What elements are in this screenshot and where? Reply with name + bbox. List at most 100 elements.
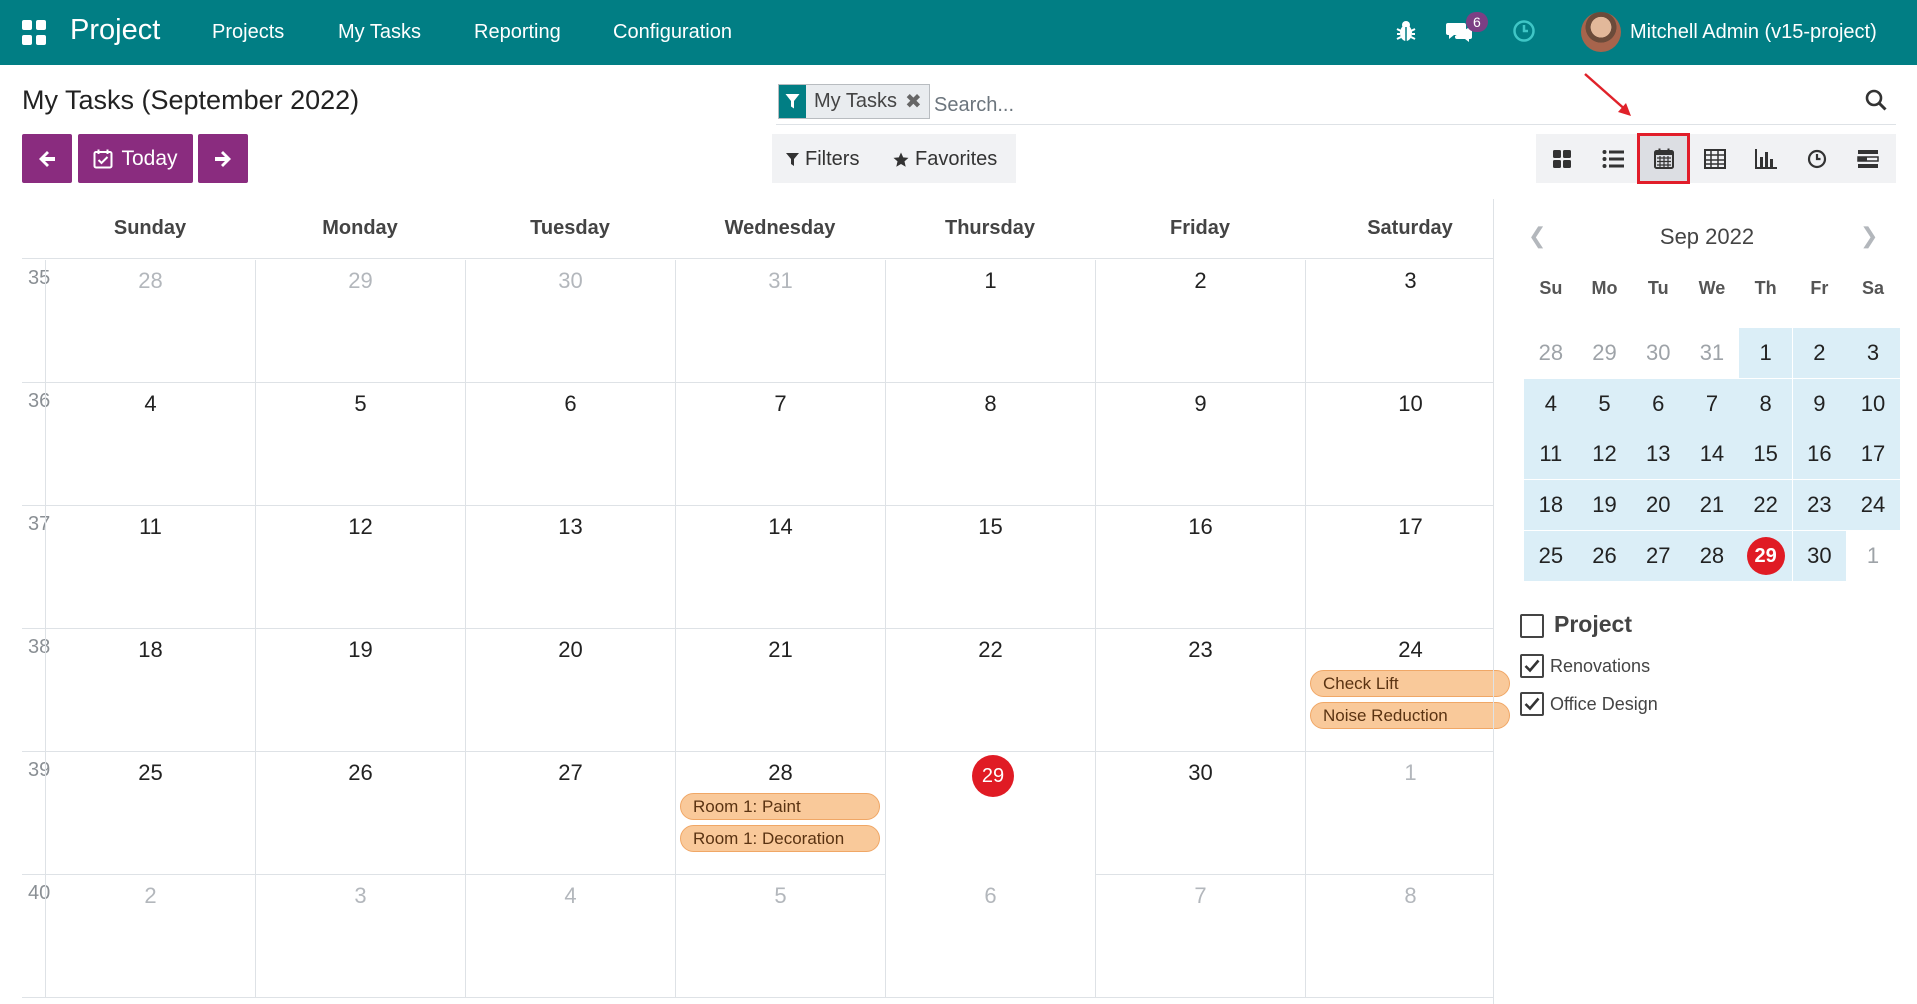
mini-day[interactable]: 5 (1577, 378, 1632, 429)
mini-day[interactable]: 2 (1792, 328, 1847, 378)
day-cell[interactable]: 16 (1095, 506, 1305, 629)
mini-day[interactable]: 6 (1631, 378, 1686, 429)
day-cell[interactable]: 27 (465, 752, 675, 875)
apps-menu-icon[interactable] (22, 20, 47, 45)
day-cell[interactable]: 28 (45, 260, 255, 383)
mini-day[interactable]: 3 (1846, 328, 1900, 378)
day-cell[interactable]: 6 (885, 875, 1095, 998)
day-cell[interactable]: 4 (45, 383, 255, 506)
day-cell[interactable]: 29 (255, 260, 465, 383)
day-cell[interactable]: 25 (45, 752, 255, 875)
mini-day[interactable]: 22 (1738, 480, 1793, 531)
day-cell[interactable]: 24 Check Lift Noise Reduction (1305, 629, 1515, 752)
mini-day[interactable]: 27 (1631, 530, 1686, 581)
calendar-event[interactable]: Room 1: Paint (680, 793, 880, 820)
day-cell[interactable]: 14 (675, 506, 885, 629)
menu-reporting[interactable]: Reporting (474, 21, 561, 44)
day-cell[interactable]: 3 (1305, 260, 1515, 383)
list-view-button[interactable] (1587, 134, 1638, 183)
calendar-event[interactable]: Check Lift (1310, 670, 1510, 697)
next-button[interactable] (198, 134, 248, 183)
mini-day[interactable]: 16 (1792, 429, 1847, 480)
mini-day[interactable]: 9 (1792, 378, 1847, 429)
search-input[interactable] (934, 91, 1834, 119)
mini-day[interactable]: 25 (1524, 530, 1578, 581)
filter-item-label[interactable]: Office Design (1550, 694, 1658, 715)
app-brand[interactable]: Project (70, 14, 160, 47)
day-cell[interactable]: 30 (1095, 752, 1305, 875)
mini-day[interactable]: 18 (1524, 480, 1578, 531)
filter-checkbox[interactable] (1520, 692, 1544, 716)
remove-facet-icon[interactable]: ✖ (903, 85, 929, 118)
favorites-dropdown[interactable]: Favorites (893, 148, 997, 171)
mini-day[interactable]: 20 (1631, 480, 1686, 531)
mini-day[interactable]: 17 (1846, 429, 1900, 480)
day-cell[interactable]: 29 (885, 752, 1095, 875)
mini-day[interactable]: 12 (1577, 429, 1632, 480)
gantt-view-button[interactable] (1842, 134, 1893, 183)
mini-day[interactable]: 30 (1631, 328, 1685, 378)
pivot-view-button[interactable] (1689, 134, 1740, 183)
day-cell[interactable]: 1 (885, 260, 1095, 383)
day-cell[interactable]: 22 (885, 629, 1095, 752)
mini-day[interactable]: 29 (1578, 328, 1632, 378)
day-cell[interactable]: 2 (45, 875, 255, 998)
mini-day[interactable]: 30 (1792, 530, 1847, 581)
day-cell[interactable]: 7 (675, 383, 885, 506)
day-cell[interactable]: 15 (885, 506, 1095, 629)
activity-clock-icon[interactable] (1512, 19, 1536, 48)
kanban-view-button[interactable] (1536, 134, 1587, 183)
day-cell[interactable]: 30 (465, 260, 675, 383)
menu-projects[interactable]: Projects (212, 21, 284, 44)
user-name[interactable]: Mitchell Admin (v15-project) (1630, 21, 1877, 44)
calendar-event[interactable]: Noise Reduction (1310, 702, 1510, 729)
mini-day[interactable]: 1 (1738, 328, 1793, 378)
mini-day[interactable]: 31 (1685, 328, 1739, 378)
calendar-event[interactable]: Room 1: Decoration (680, 825, 880, 852)
search-icon[interactable] (1864, 88, 1888, 117)
graph-view-button[interactable] (1740, 134, 1791, 183)
user-avatar[interactable] (1581, 12, 1621, 52)
day-cell[interactable]: 9 (1095, 383, 1305, 506)
filter-checkbox[interactable] (1520, 654, 1544, 678)
mini-day[interactable]: 4 (1524, 378, 1578, 429)
mini-day[interactable]: 13 (1631, 429, 1686, 480)
filter-item-label[interactable]: Renovations (1550, 656, 1650, 677)
day-cell[interactable]: 31 (675, 260, 885, 383)
day-cell[interactable]: 5 (675, 875, 885, 998)
day-cell[interactable]: 6 (465, 383, 675, 506)
day-cell[interactable]: 19 (255, 629, 465, 752)
day-cell[interactable]: 4 (465, 875, 675, 998)
mini-day[interactable]: 11 (1524, 429, 1578, 480)
bug-icon[interactable] (1395, 19, 1417, 48)
day-cell[interactable]: 18 (45, 629, 255, 752)
mini-day[interactable]: 23 (1792, 480, 1847, 531)
day-cell[interactable]: 26 (255, 752, 465, 875)
mini-day[interactable]: 15 (1738, 429, 1793, 480)
previous-button[interactable] (22, 134, 72, 183)
day-cell[interactable]: 8 (1305, 875, 1515, 998)
mini-day[interactable]: 26 (1577, 530, 1632, 581)
mini-day[interactable]: 24 (1846, 480, 1900, 531)
mini-day[interactable]: 8 (1738, 378, 1793, 429)
mini-day[interactable]: 1 (1846, 531, 1900, 581)
mini-day[interactable]: 14 (1685, 429, 1739, 480)
project-select-all-checkbox[interactable] (1520, 614, 1544, 638)
menu-configuration[interactable]: Configuration (613, 21, 732, 44)
day-cell[interactable]: 11 (45, 506, 255, 629)
day-cell[interactable]: 5 (255, 383, 465, 506)
day-cell[interactable]: 12 (255, 506, 465, 629)
mini-day[interactable]: 28 (1685, 530, 1739, 581)
menu-my-tasks[interactable]: My Tasks (338, 21, 421, 44)
day-cell[interactable]: 17 (1305, 506, 1515, 629)
calendar-view-button[interactable] (1637, 133, 1690, 184)
day-cell[interactable]: 13 (465, 506, 675, 629)
mini-day[interactable]: 10 (1846, 378, 1900, 429)
day-cell[interactable]: 7 (1095, 875, 1305, 998)
day-cell[interactable]: 2 (1095, 260, 1305, 383)
day-cell[interactable]: 20 (465, 629, 675, 752)
mini-day[interactable]: 19 (1577, 480, 1632, 531)
mini-day[interactable]: 29 (1738, 530, 1793, 581)
mini-next-month-icon[interactable]: ❯ (1860, 223, 1878, 249)
mini-day[interactable]: 7 (1685, 378, 1739, 429)
